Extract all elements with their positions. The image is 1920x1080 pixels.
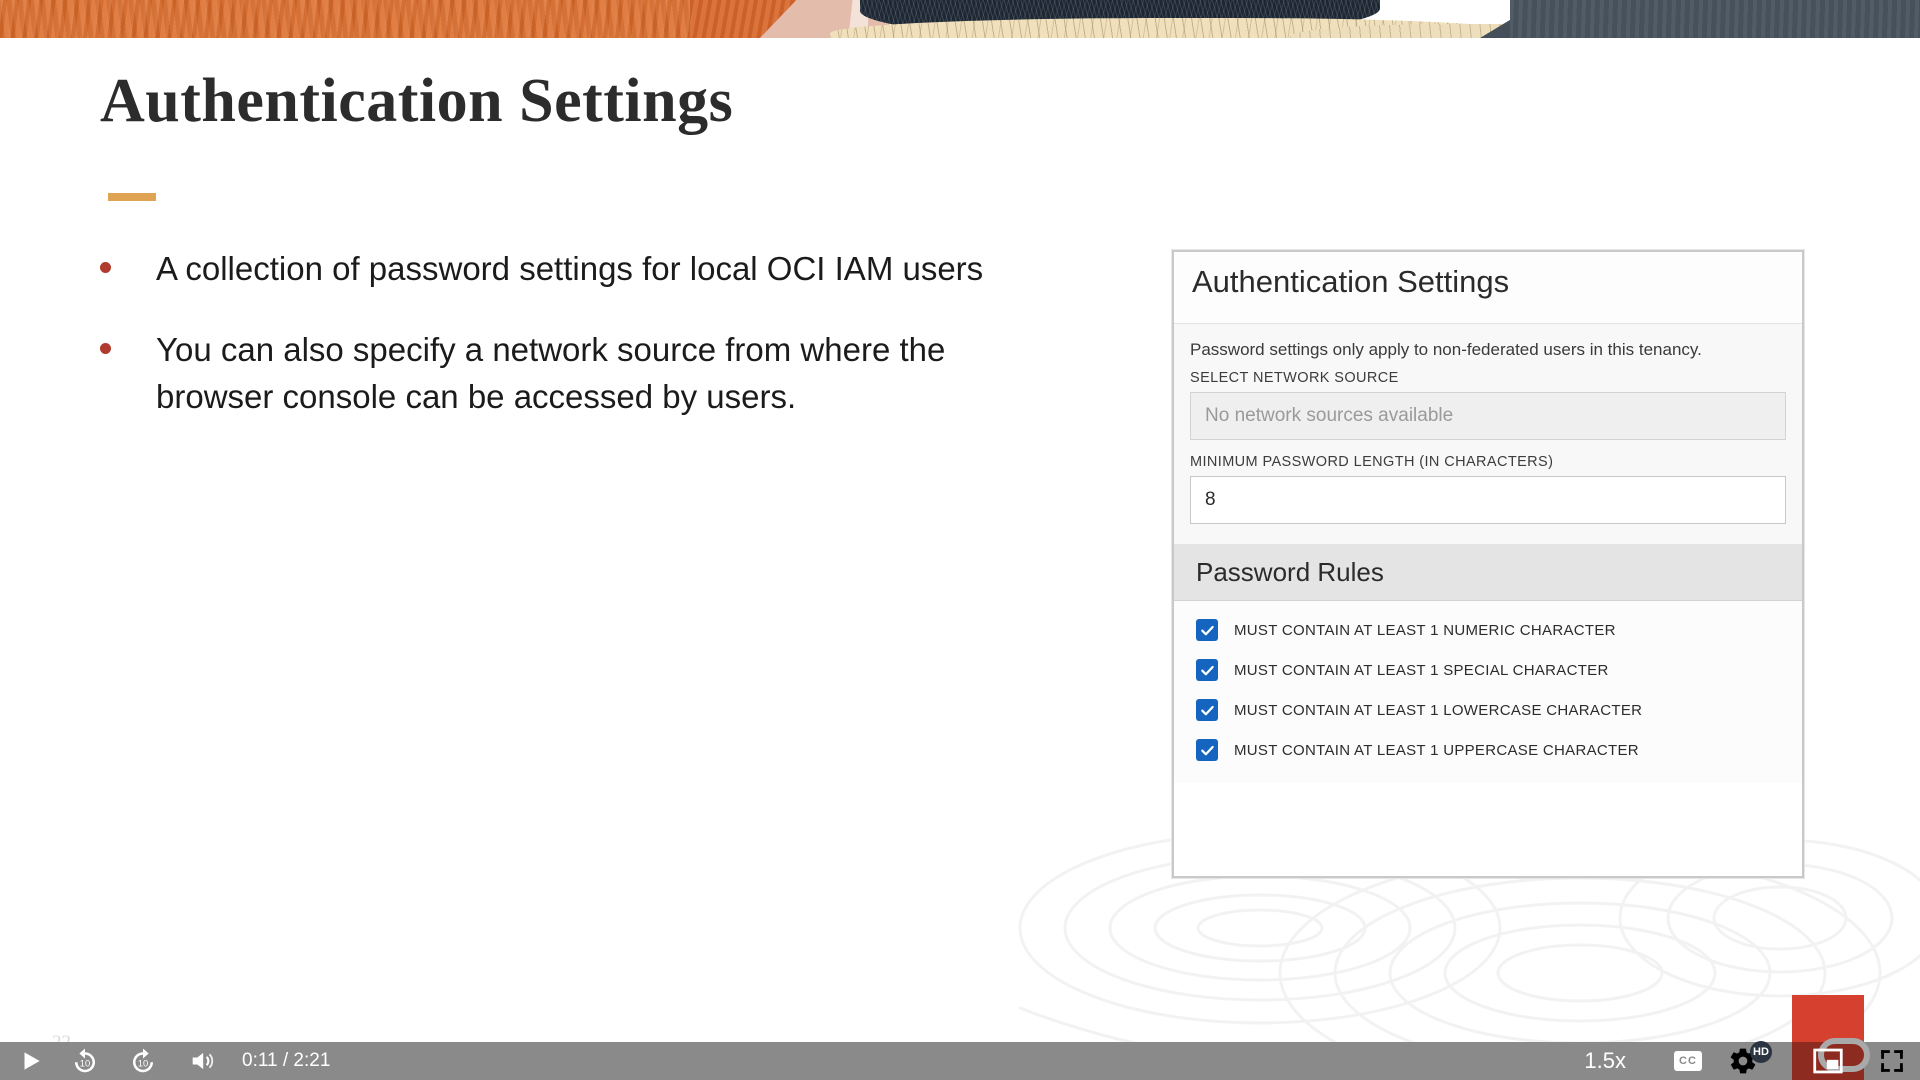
password-rules-section: Password Rules MUST CONTAIN AT LEAST 1 N… [1174,544,1802,783]
password-rule-checkbox[interactable] [1196,619,1218,641]
network-source-select[interactable]: No network sources available [1190,392,1786,440]
rewind-10-icon: 10 [75,1048,95,1073]
play-icon [24,1052,40,1070]
password-rule-row: MUST CONTAIN AT LEAST 1 NUMERIC CHARACTE… [1196,619,1780,641]
panel-header: Authentication Settings [1174,252,1802,324]
player-right-controls: 1.5x CC HD [1562,995,1920,1080]
svg-text:10: 10 [80,1059,90,1069]
banner-slate-panel [1510,0,1920,38]
password-rule-row: MUST CONTAIN AT LEAST 1 SPECIAL CHARACTE… [1196,659,1780,681]
hd-quality-badge: HD [1750,1041,1772,1063]
bullet-text: A collection of password settings for lo… [156,250,984,287]
checkmark-icon [1200,745,1214,755]
list-item: You can also specify a network source fr… [100,327,1000,421]
slide-content: Authentication Settings A collection of … [0,38,1920,1042]
banner-orange-texture [0,0,760,38]
rewind-10-button[interactable]: 10 [44,1042,100,1080]
volume-button[interactable] [158,1042,216,1080]
forward-10-button[interactable]: 10 [100,1042,158,1080]
min-password-length-label: MINIMUM PASSWORD LENGTH (IN CHARACTERS) [1190,454,1554,470]
checkmark-icon [1200,625,1214,635]
svg-text:10: 10 [138,1059,148,1069]
password-rule-checkbox[interactable] [1196,659,1218,681]
password-rule-row: MUST CONTAIN AT LEAST 1 UPPERCASE CHARAC… [1196,739,1780,761]
pip-highlight-overlay [1792,995,1864,1042]
volume-icon [192,1052,214,1070]
bullet-list: A collection of password settings for lo… [100,246,1000,455]
password-rule-label: MUST CONTAIN AT LEAST 1 SPECIAL CHARACTE… [1234,661,1609,679]
page-title: Authentication Settings [100,67,734,135]
bullet-text: You can also specify a network source fr… [156,330,946,415]
panel-title: Authentication Settings [1192,264,1510,299]
password-rules-title: Password Rules [1196,557,1384,587]
settings-button[interactable]: HD [1728,1041,1772,1080]
checkmark-icon [1200,705,1214,715]
password-rule-checkbox[interactable] [1196,699,1218,721]
password-rules-header: Password Rules [1174,545,1802,601]
time-display: 0:11 / 2:21 [242,1050,331,1071]
playback-speed-button[interactable]: 1.5x [1562,1048,1648,1074]
bullet-dot-icon [100,327,114,421]
checkmark-icon [1200,665,1214,675]
password-rule-checkbox[interactable] [1196,739,1218,761]
forward-10-icon: 10 [133,1048,153,1073]
closed-captions-button[interactable]: CC [1674,1051,1702,1071]
network-source-field-group: SELECT NETWORK SOURCE No network sources… [1190,370,1786,454]
min-password-length-field-group: MINIMUM PASSWORD LENGTH (IN CHARACTERS) … [1190,454,1786,544]
exit-fullscreen-button[interactable] [1864,1042,1920,1080]
min-password-length-input[interactable]: 8 [1190,476,1786,524]
password-rule-row: MUST CONTAIN AT LEAST 1 LOWERCASE CHARAC… [1196,699,1780,721]
network-source-label: SELECT NETWORK SOURCE [1190,370,1399,386]
list-item: A collection of password settings for lo… [100,246,1000,293]
picture-in-picture-button[interactable] [1792,995,1870,1080]
panel-note: Password settings only apply to non-fede… [1190,340,1702,359]
password-rule-label: MUST CONTAIN AT LEAST 1 LOWERCASE CHARAC… [1234,701,1643,719]
password-rule-label: MUST CONTAIN AT LEAST 1 UPPERCASE CHARAC… [1234,741,1639,759]
password-rules-list: MUST CONTAIN AT LEAST 1 NUMERIC CHARACTE… [1174,601,1802,783]
password-rule-label: MUST CONTAIN AT LEAST 1 NUMERIC CHARACTE… [1234,621,1616,639]
title-accent-bar [108,193,156,201]
exit-fullscreen-icon [1881,1050,1903,1072]
video-player-controls: 10 10 0:11 / 2:21 1.5x CC HD [0,995,1920,1080]
bullet-dot-icon [100,246,114,293]
picture-in-picture-icon [1813,1048,1843,1074]
play-button[interactable] [0,1042,44,1080]
authentication-settings-panel: Authentication Settings Password setting… [1172,250,1804,878]
panel-body: Password settings only apply to non-fede… [1174,324,1802,783]
slide-banner-illustration [0,0,1920,38]
